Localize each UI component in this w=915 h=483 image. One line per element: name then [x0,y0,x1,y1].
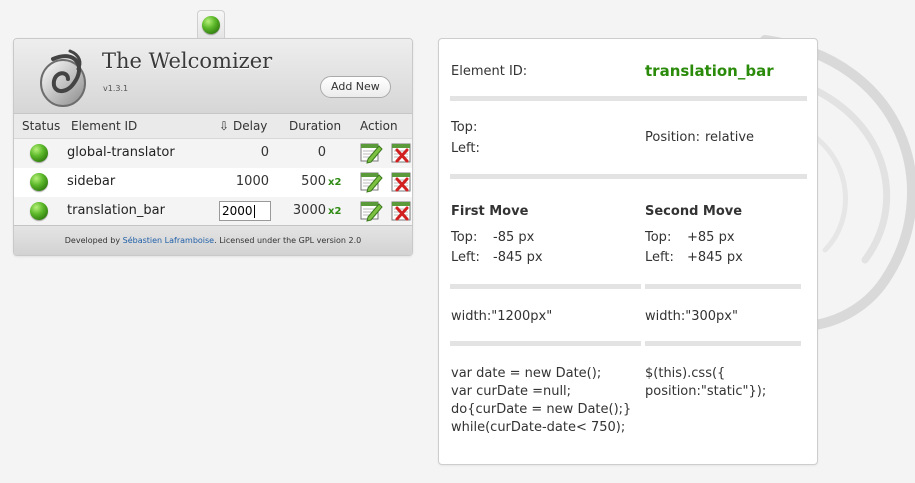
first-css: width:"1200px" [451,309,553,324]
green-ball-icon [202,16,220,34]
first-left-value: -845 px [493,250,543,265]
first-top-value: -85 px [493,230,535,245]
second-top-label: Top: [645,230,672,245]
delete-icon[interactable] [390,198,413,222]
edit-icon[interactable] [359,198,383,222]
header-status: Status [22,119,61,133]
row-element-id: translation_bar [67,203,165,218]
divider [645,341,801,346]
divider [645,284,801,289]
first-js-code: var date = new Date(); var curDate =null… [451,366,632,435]
second-css: width:"300px" [645,309,738,324]
row-multiplier: x2 [328,206,342,217]
element-id-value: translation_bar [645,62,774,80]
sort-arrow-icon[interactable]: ⇩ [219,119,229,133]
text-caret [253,205,255,218]
row-duration[interactable]: 0 [280,145,326,160]
status-active-icon[interactable] [30,144,48,162]
divider [450,284,641,289]
top-label: Top: [451,120,478,135]
delay-input-value: 2000 [222,204,253,218]
element-id-label: Element ID: [451,64,528,79]
add-new-button[interactable]: Add New [320,76,391,98]
second-move-title: Second Move [645,204,743,219]
second-top-value: +85 px [687,230,735,245]
welcomizer-widget: The Welcomizer v1.3.1 Add New Status Ele… [13,38,413,256]
divider [450,174,807,179]
app-version: v1.3.1 [103,84,129,93]
second-left-value: +845 px [687,250,743,265]
element-detail-panel: Element ID: translation_bar Top: Left: P… [438,38,818,465]
delay-input[interactable]: 2000 [219,201,271,221]
second-js-code: $(this).css({ position:"static"}); [645,366,767,399]
header-element-id: Element ID [71,119,138,133]
delete-icon[interactable] [390,140,413,164]
header-action: Action [360,119,398,133]
divider [450,96,807,101]
first-move-title: First Move [451,204,529,219]
row-element-id: sidebar [67,174,116,189]
first-left-label: Left: [451,250,480,265]
table-header: Status Element ID ⇩ Delay Duration Actio… [14,114,412,139]
status-active-icon[interactable] [30,173,48,191]
second-left-label: Left: [645,250,674,265]
widget-header: The Welcomizer v1.3.1 Add New [14,39,412,114]
position-label: Position: [645,130,700,145]
table-row[interactable]: translation_bar 2000 3000 x2 [14,197,412,226]
row-delay[interactable]: 1000 [219,174,269,189]
divider [450,341,641,346]
table-row[interactable]: sidebar 1000 500 x2 [14,168,412,197]
delete-icon[interactable] [390,169,413,193]
status-active-icon[interactable] [30,202,48,220]
row-duration[interactable]: 500 [280,174,326,189]
left-label: Left: [451,141,480,156]
row-delay[interactable]: 0 [219,145,269,160]
welcomizer-logo [40,49,86,107]
row-multiplier: x2 [328,177,342,188]
position-value: relative [705,130,755,145]
row-element-id: global-translator [67,145,175,160]
edit-icon[interactable] [359,169,383,193]
edit-icon[interactable] [359,140,383,164]
status-tab[interactable] [197,10,225,39]
app-title: The Welcomizer [102,49,273,73]
widget-footer: Developed by Sébastien Laframboise. Lice… [14,225,412,255]
author-link[interactable]: Sébastien Laframboise [123,236,215,245]
footer-prefix: Developed by [64,236,121,245]
header-duration: Duration [289,119,342,133]
table-row[interactable]: global-translator 0 0 [14,139,412,168]
first-top-label: Top: [451,230,478,245]
header-delay[interactable]: Delay [233,119,267,133]
row-duration[interactable]: 3000 [280,203,326,218]
footer-suffix: . Licensed under the GPL version 2.0 [214,236,362,245]
